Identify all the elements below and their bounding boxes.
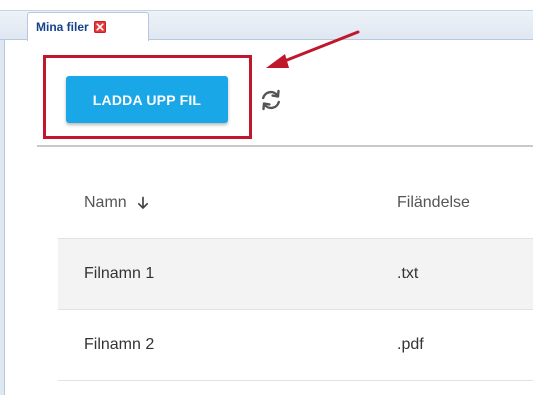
files-table: Namn Filändelse Filnamn 1 .txt Filnamn 2… [58,168,533,381]
file-extension-cell: .pdf [397,336,424,353]
tab-label: Mina filer [36,20,89,34]
refresh-icon[interactable] [257,86,285,114]
file-name-cell: Filnamn 2 [84,336,155,353]
cropped-heading [0,0,533,10]
table-row[interactable]: Filnamn 1 .txt [58,239,533,310]
close-icon[interactable] [93,21,106,33]
file-extension-cell: .txt [397,265,419,282]
toolbar-divider [37,145,533,147]
arrow-down-icon [138,196,149,209]
column-header-name[interactable]: Namn [84,194,149,212]
table-row[interactable]: Filnamn 2 .pdf [58,310,533,381]
tab-mina-filer[interactable]: Mina filer [27,12,149,41]
close-x-glyph [96,23,104,31]
table-header-row: Namn Filändelse [58,168,533,239]
column-header-extension[interactable]: Filändelse [397,194,470,212]
file-name-cell: Filnamn 1 [84,265,155,282]
column-header-name-label: Namn [84,194,127,211]
panel-left-border [0,40,5,395]
upload-file-button[interactable]: LADDA UPP FIL [66,76,228,123]
